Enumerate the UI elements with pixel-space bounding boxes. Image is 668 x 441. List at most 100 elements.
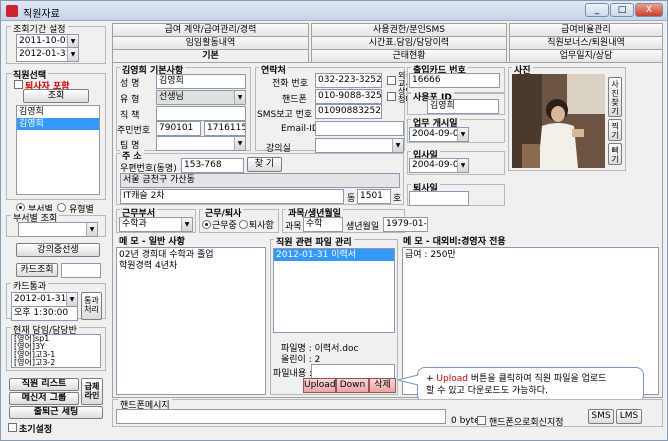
tab-activity[interactable]: 임임활동내역 [112, 36, 309, 49]
search-button[interactable]: 조회 [23, 89, 89, 103]
retired-include-checkbox[interactable] [14, 80, 23, 89]
card-date-combo[interactable]: 2012-01-31 ▼ [11, 292, 78, 307]
team-combo[interactable]: ▼ [156, 136, 246, 151]
dept-search-combo[interactable]: ▼ [18, 222, 98, 237]
auto-send-checkbox[interactable] [477, 416, 486, 425]
leave-input[interactable] [409, 191, 469, 206]
retired-label: 퇴사함 [249, 221, 274, 231]
sms-label: SMS보고 번호 [257, 110, 313, 120]
working-label: 근무중 [212, 221, 237, 231]
ssn-label: 주민번호 [117, 126, 151, 136]
delete-button[interactable]: 삭제 [369, 378, 396, 393]
photo-find-button[interactable]: 사진찾기 [608, 77, 622, 117]
lms-button[interactable]: LMS [616, 409, 642, 424]
current-class-list[interactable]: [영어]sp1 [영어]3Y [영어]고3-1 [영어]고3-2 [11, 334, 101, 368]
tab-bonus[interactable]: 직원보너스/퇴원내역 [509, 36, 663, 49]
address2-input[interactable]: IT캐슬 2차 [120, 189, 344, 204]
chevron-down-icon: ▼ [234, 91, 245, 104]
staff-window: 직원자료 _ □ X 조회기간 설정 2011-10-01 ▼ 2012-01-3… [0, 0, 668, 441]
retired-radio[interactable] [239, 220, 248, 229]
minimize-button[interactable]: _ [585, 3, 609, 17]
dept-combo[interactable]: 수학과 ▼ [119, 217, 193, 232]
hire-combo[interactable]: 2004-09-01 ▼ [409, 158, 469, 173]
tab-worklog[interactable]: 업무일지/상담 [509, 49, 663, 62]
list-item[interactable]: 김영희 [17, 106, 99, 118]
lecture-button[interactable]: 강의중선생 [16, 243, 100, 257]
foreign-teacher-checkbox[interactable] [387, 76, 396, 85]
file-content-input[interactable] [311, 364, 395, 379]
chevron-down-icon: ▼ [392, 139, 403, 152]
staff-photo [512, 74, 605, 168]
dong-label: 동 [347, 194, 356, 204]
tooltip-pointer [397, 374, 419, 386]
zip-search-button[interactable]: 찾 기 [247, 157, 282, 172]
ho-label: 호 [393, 194, 402, 204]
mobile-label: 핸드폰 [282, 95, 307, 105]
phone-input[interactable]: 032-223-3252 [315, 73, 382, 88]
commute-button[interactable]: 출퇴근 세팅 [9, 406, 103, 419]
subject-field-label: 과목 [285, 222, 302, 232]
card-input[interactable]: 16666 [409, 73, 500, 88]
staff-list-button[interactable]: 직원 리스트 [9, 378, 79, 391]
zip-input[interactable]: 153-768 [181, 158, 244, 173]
subject-input[interactable]: 수학 [303, 217, 343, 232]
close-button[interactable]: X [635, 3, 663, 17]
user-id-input[interactable]: 김영희 [427, 99, 499, 114]
card-time-input[interactable]: 오후 1:30:00 [11, 306, 78, 321]
app-icon [6, 5, 18, 17]
type-combo[interactable]: 선생님 ▼ [156, 90, 246, 105]
date-to-combo[interactable]: 2012-01-31 ▼ [16, 47, 79, 62]
email-label: Email-ID [281, 124, 319, 134]
memo-general-textarea[interactable]: 02년 경희대 수학과 졸업 학원경력 4년차 [116, 247, 266, 395]
phone-message-input[interactable] [116, 409, 446, 424]
photo-remove-button[interactable]: 삐기 [608, 143, 622, 165]
sms-button[interactable]: SMS [588, 409, 614, 424]
upload-button[interactable]: Upload [303, 378, 336, 393]
list-item[interactable]: [영어]고3-2 [12, 359, 100, 367]
tab-salary-ratio[interactable]: 급여비율관리 [509, 23, 663, 36]
tab-permission[interactable]: 사용권한/분인SMS [311, 23, 507, 36]
list-item[interactable]: 2012-01-31 이력서 [274, 249, 394, 261]
tab-timetable[interactable]: 시간표.담임/담당이력 [311, 36, 507, 49]
sms-input[interactable]: 01090883252 [315, 104, 382, 119]
contact-label: 연락처 [259, 63, 288, 76]
chevron-down-icon: ▼ [457, 159, 468, 172]
work-start-combo[interactable]: 2004-09-01 ▼ [409, 127, 469, 142]
init-checkbox[interactable] [8, 423, 17, 432]
maximize-button[interactable]: □ [610, 3, 634, 17]
tab-basic[interactable]: 기본 [112, 49, 309, 63]
chevron-down-icon: ▼ [66, 293, 77, 306]
staff-list[interactable]: 김영희 김영희 [16, 105, 100, 195]
name-input[interactable]: 김영희 [156, 74, 246, 89]
phone-label: 전화 번호 [272, 79, 308, 89]
messenger-button[interactable]: 메신저 그룹 [9, 392, 79, 405]
download-button[interactable]: Down [336, 378, 369, 393]
auto-send-label: 핸드폰으로회신지정 [489, 418, 564, 428]
position-input[interactable] [156, 106, 246, 121]
birth-label: 생년월일 [346, 222, 380, 232]
counsel-checkbox[interactable] [387, 92, 396, 101]
name-label: 성 명 [120, 79, 140, 89]
mobile-input[interactable]: 010-9088-3252 [315, 89, 382, 104]
pass-button[interactable]: 통과처리 [81, 292, 102, 320]
birth-input[interactable]: 1979-01-0 [383, 217, 428, 232]
room-combo[interactable]: ▼ [315, 138, 404, 153]
card-search-input[interactable] [61, 263, 101, 278]
email-input[interactable] [315, 121, 404, 136]
tab-attendance[interactable]: 근태현황 [311, 49, 507, 62]
type-radio-label: 유형별 [69, 205, 94, 215]
upload-tooltip: + Upload 버튼을 클릭하여 직원 파일을 업로드 할 수 있고 다운로드도… [417, 367, 644, 403]
ssn-second-input[interactable]: 1716115 [204, 121, 246, 136]
tab-salary-contract[interactable]: 급여 계약/급여관리/경력 [112, 23, 309, 36]
ssn-first-input[interactable]: 790101 [156, 121, 201, 136]
photo-capture-button[interactable]: 찍기 [608, 119, 622, 141]
card-search-button[interactable]: 카드조회 [16, 263, 58, 277]
file-list[interactable]: 2012-01-31 이력서 [273, 248, 395, 333]
chevron-down-icon: ▼ [67, 48, 78, 61]
address1-input[interactable]: 서울 금천구 가산동 [120, 173, 400, 188]
init-label: 초기설정 [19, 425, 53, 435]
working-radio[interactable] [202, 220, 211, 229]
print-button[interactable]: 급체라인 [81, 378, 103, 405]
list-item[interactable]: 김영희 [17, 118, 99, 130]
ho-input[interactable]: 1501 [357, 189, 391, 204]
